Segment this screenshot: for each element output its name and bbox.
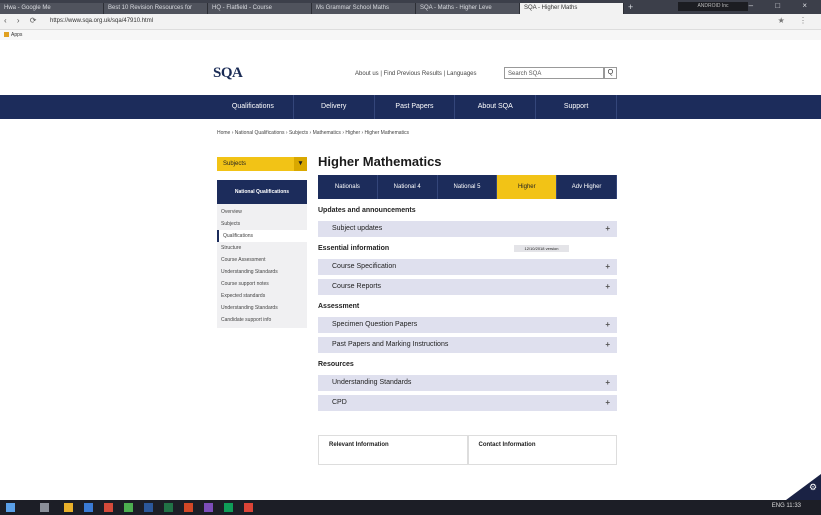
sqa-logo[interactable]: SQA — [213, 65, 243, 82]
powerpoint-icon[interactable] — [184, 503, 193, 512]
main-content: Higher Mathematics Nationals National 4 … — [318, 154, 617, 411]
tab-higher[interactable]: Higher — [497, 175, 558, 199]
sidebar-item[interactable]: Candidate support info — [217, 314, 307, 326]
section-heading: Essential information 12/10/2018 version — [318, 243, 617, 255]
plus-icon[interactable]: + — [605, 317, 610, 333]
window-controls[interactable]: – □ × — [749, 1, 817, 10]
plus-icon[interactable]: + — [605, 221, 610, 237]
sidebar-item[interactable]: Overview — [217, 206, 307, 218]
plus-icon[interactable]: + — [605, 375, 610, 391]
sidebar-item-selected[interactable]: Qualifications — [217, 230, 307, 242]
sidebar: Subjects ▾ National Qualifications Overv… — [217, 157, 307, 328]
gear-icon: ⚙ — [809, 482, 818, 492]
subject-select[interactable]: Subjects ▾ — [217, 157, 307, 171]
excel-icon[interactable] — [164, 503, 173, 512]
chrome-icon[interactable] — [244, 503, 253, 512]
plus-icon[interactable]: + — [605, 337, 610, 353]
search-icon[interactable] — [40, 503, 49, 512]
browser-tab[interactable]: SQA - Maths - Higher Leve — [416, 3, 520, 14]
profile-badge[interactable]: ANDROID Inc — [678, 2, 748, 11]
section-heading: Updates and announcements — [318, 207, 416, 214]
app-icon[interactable] — [224, 503, 233, 512]
section-heading: Resources — [318, 361, 354, 368]
sidebar-item[interactable]: Structure — [217, 242, 307, 254]
nav-qualifications[interactable]: Qualifications — [213, 95, 294, 119]
nav-delivery[interactable]: Delivery — [294, 95, 375, 119]
accordion-past-papers[interactable]: Past Papers and Marking Instructions + — [318, 337, 617, 353]
browser-tab-bar: Hwa - Google Me Best 10 Revision Resourc… — [0, 0, 821, 14]
info-boxes: Relevant Information Contact Information — [318, 435, 617, 465]
address-bar: ‹ › ⟳ https://www.sqa.org.uk/sqa/47910.h… — [0, 14, 821, 30]
section-heading: Assessment — [318, 303, 360, 310]
sidebar-item[interactable]: Understanding Standards — [217, 266, 307, 278]
word-icon[interactable] — [144, 503, 153, 512]
accordion-subject-updates[interactable]: Subject updates + — [318, 221, 617, 237]
browser-tab-active[interactable]: SQA - Higher Maths — [520, 3, 624, 14]
folder-icon[interactable] — [64, 503, 73, 512]
sidebar-item[interactable]: Subjects — [217, 218, 307, 230]
plus-icon[interactable]: + — [605, 279, 610, 295]
sidebar-heading: National Qualifications — [217, 180, 307, 204]
sidebar-item[interactable]: Course support notes — [217, 278, 307, 290]
new-tab-button[interactable]: + — [628, 2, 633, 12]
plus-icon[interactable]: + — [605, 395, 610, 411]
taskbar: ENG 11:33 — [0, 500, 821, 515]
accordion-cpd[interactable]: CPD + — [318, 395, 617, 411]
tab-adv-higher[interactable]: Adv Higher — [557, 175, 617, 199]
nav-buttons[interactable]: ‹ › ⟳ — [4, 16, 40, 25]
plus-icon[interactable]: + — [605, 259, 610, 275]
web-page: SQA About us | Find Previous Results | L… — [0, 41, 821, 500]
start-icon[interactable] — [6, 503, 15, 512]
contact-info-box: Contact Information — [467, 435, 617, 465]
sidebar-list: Overview Subjects Qualifications Structu… — [217, 204, 307, 328]
app-icon[interactable] — [104, 503, 113, 512]
nav-about[interactable]: About SQA — [455, 95, 537, 119]
version-stamp: 12/10/2018 version — [514, 245, 569, 252]
app-icon[interactable] — [84, 503, 93, 512]
accordion-understanding-standards[interactable]: Understanding Standards + — [318, 375, 617, 391]
apps-icon — [4, 32, 9, 38]
accordion-course-reports[interactable]: Course Reports + — [318, 279, 617, 295]
bookmarks-bar: Apps — [0, 30, 821, 40]
system-tray[interactable]: ENG 11:33 — [772, 503, 801, 509]
accordion-specimen-papers[interactable]: Specimen Question Papers + — [318, 317, 617, 333]
tab-national-4[interactable]: National 4 — [378, 175, 438, 199]
browser-tab[interactable]: Best 10 Revision Resources for — [104, 3, 208, 14]
nav-support[interactable]: Support — [536, 95, 617, 119]
browser-tab[interactable]: HQ - Flatfield - Course — [208, 3, 312, 14]
sidebar-item[interactable]: Expected standards — [217, 290, 307, 302]
chevron-down-icon[interactable]: ▾ — [294, 157, 307, 171]
accordion-course-spec[interactable]: Course Specification + — [318, 259, 617, 275]
nav-past-papers[interactable]: Past Papers — [375, 95, 456, 119]
page-title: Higher Mathematics — [318, 154, 442, 169]
app-icon[interactable] — [124, 503, 133, 512]
app-icon[interactable] — [204, 503, 213, 512]
search-input[interactable]: Search SQA — [504, 67, 604, 79]
url-field[interactable]: https://www.sqa.org.uk/sqa/47910.html — [50, 17, 750, 26]
extension-icons[interactable]: ★ ⋮ — [778, 16, 813, 25]
tab-national-5[interactable]: National 5 — [438, 175, 498, 199]
browser-tab[interactable]: Hwa - Google Me — [0, 3, 104, 14]
level-tabs: Nationals National 4 National 5 Higher A… — [318, 175, 617, 199]
relevant-info-box: Relevant Information — [318, 435, 468, 465]
bookmark-apps[interactable]: Apps — [4, 32, 22, 38]
breadcrumb[interactable]: Home › National Qualifications › Subject… — [217, 130, 409, 136]
search-button[interactable]: Q — [604, 67, 617, 79]
browser-tab[interactable]: Ms Grammar School Maths — [312, 3, 416, 14]
main-nav: Qualifications Delivery Past Papers Abou… — [213, 95, 617, 119]
sidebar-item[interactable]: Course Assessment — [217, 254, 307, 266]
feedback-corner[interactable]: ⚙ — [786, 474, 821, 500]
sidebar-item[interactable]: Understanding Standards — [217, 302, 307, 314]
top-links[interactable]: About us | Find Previous Results | Langu… — [355, 71, 477, 77]
tab-nationals[interactable]: Nationals — [318, 175, 378, 199]
